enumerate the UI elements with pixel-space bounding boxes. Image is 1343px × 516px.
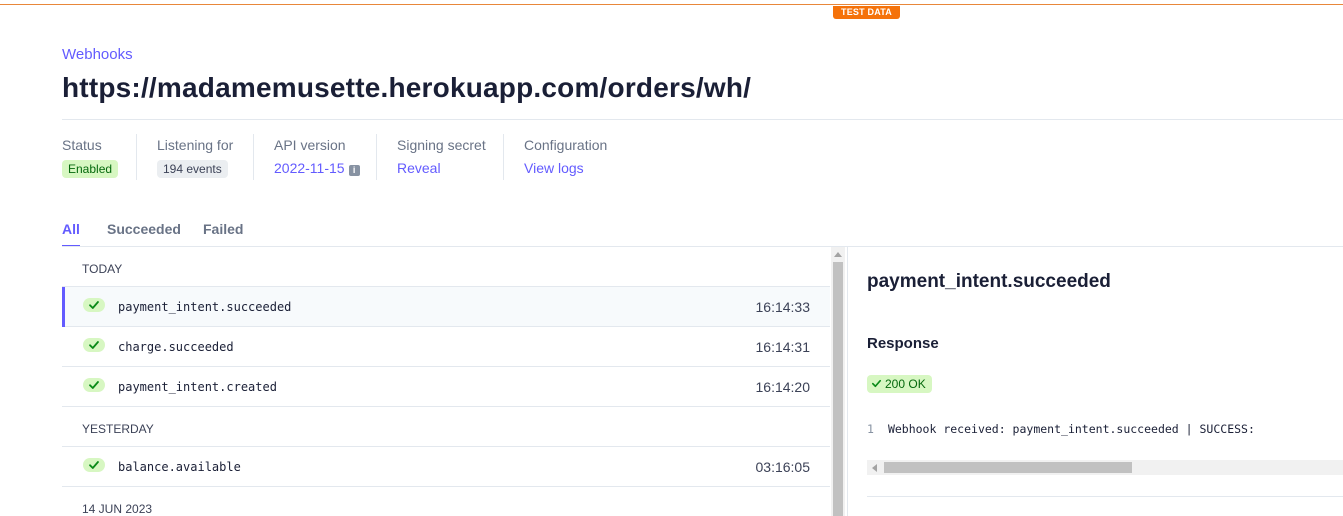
event-detail-title: payment_intent.succeeded [867,271,1111,292]
event-name: balance.available [118,460,241,474]
breadcrumb-webhooks[interactable]: Webhooks [62,46,133,63]
check-icon [83,298,105,312]
scroll-up-arrow-icon[interactable] [834,252,842,257]
meta-signing-secret: Signing secret Reveal [397,134,486,180]
check-icon [83,458,105,472]
meta-listening-label: Listening for [157,137,234,153]
tab-failed[interactable]: Failed [203,220,243,247]
group-header-date: 14 JUN 2023 [62,487,830,516]
response-status-badge: 200 OK [867,375,932,393]
meta-configuration: Configuration View logs [524,134,607,180]
event-time: 16:14:33 [755,299,811,315]
tab-all[interactable]: All [62,220,80,247]
scrollbar-thumb[interactable] [884,462,1132,473]
detail-divider [867,496,1343,497]
group-header-yesterday: YESTERDAY [62,407,830,447]
meta-secret-label: Signing secret [397,137,486,153]
response-heading: Response [867,335,939,352]
event-row[interactable]: balance.available 03:16:05 [62,447,830,487]
meta-divider [503,134,504,180]
meta-listening: Listening for 194 events [157,134,233,180]
page-title: https://madamemusette.herokuapp.com/orde… [62,72,752,103]
test-mode-line [0,4,1343,5]
meta-status: Status Enabled [62,134,119,180]
response-body: 1 Webhook received: payment_intent.succee… [867,422,1255,436]
reveal-secret-link[interactable]: Reveal [397,160,441,176]
check-icon [83,378,105,392]
events-count-badge[interactable]: 194 events [157,160,228,178]
info-icon[interactable]: i [348,165,360,176]
response-status-text: 200 OK [885,377,926,391]
meta-divider [253,134,254,180]
event-list: TODAY payment_intent.succeeded 16:14:33 … [62,247,830,516]
meta-status-label: Status [62,137,102,153]
line-number: 1 [867,422,874,436]
event-name: payment_intent.succeeded [118,300,292,314]
status-badge: Enabled [62,160,119,178]
event-name: payment_intent.created [118,380,277,394]
event-name: charge.succeeded [118,340,234,354]
event-row[interactable]: payment_intent.created 16:14:20 [62,367,830,407]
test-data-badge: TEST DATA [833,6,900,19]
event-time: 16:14:31 [755,339,811,355]
event-row[interactable]: payment_intent.succeeded 16:14:33 [62,287,830,327]
response-body-text: Webhook received: payment_intent.succeed… [887,422,1255,436]
tab-succeeded[interactable]: Succeeded [107,220,181,247]
event-time: 16:14:20 [755,379,811,395]
meta-divider [136,134,137,180]
event-row[interactable]: charge.succeeded 16:14:31 [62,327,830,367]
check-icon [872,379,881,388]
event-time: 03:16:05 [755,459,811,475]
view-logs-link[interactable]: View logs [524,160,584,176]
response-body-scrollbar[interactable] [867,460,1343,475]
meta-divider [376,134,377,180]
meta-api-label: API version [274,137,346,153]
meta-api-version: API version 2022-11-15 i [274,134,360,180]
header-divider [62,119,1343,120]
panel-divider [847,247,848,516]
event-list-scrollbar[interactable] [831,247,845,516]
group-header-today: TODAY [62,247,830,287]
api-version-link[interactable]: 2022-11-15 [274,160,345,176]
meta-config-label: Configuration [524,137,608,153]
scrollbar-thumb[interactable] [833,262,843,516]
scroll-left-arrow-icon[interactable] [872,464,877,472]
check-icon [83,338,105,352]
